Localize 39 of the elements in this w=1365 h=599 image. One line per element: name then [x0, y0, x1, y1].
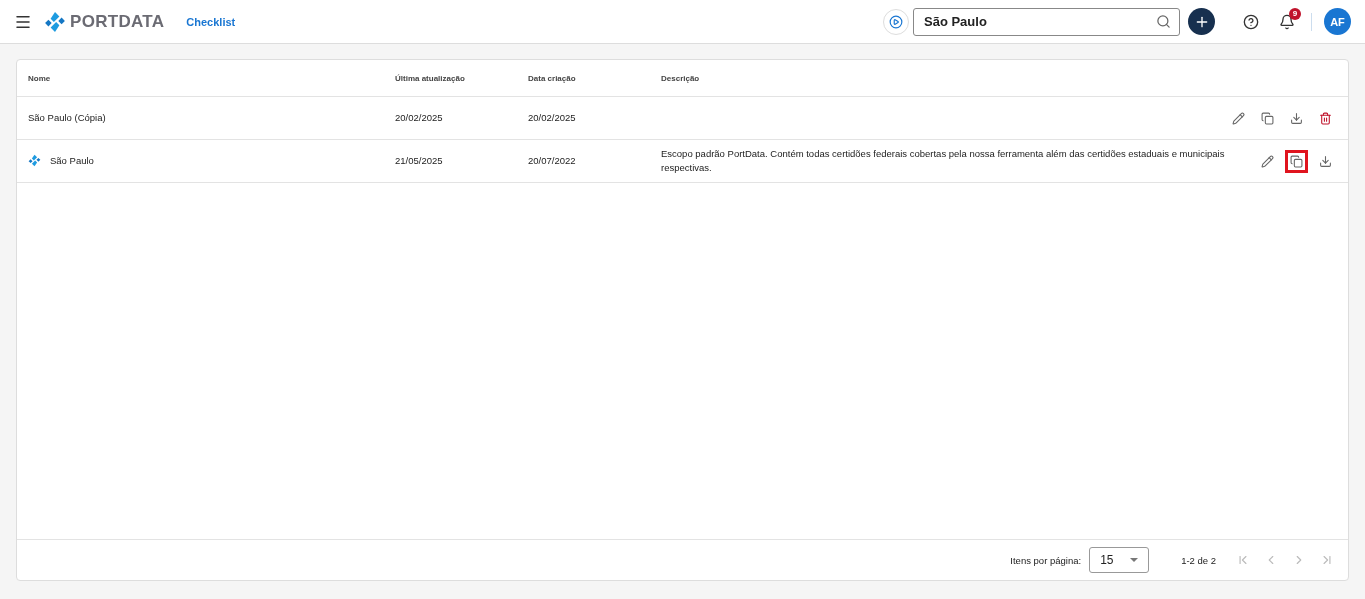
- search-field[interactable]: São Paulo: [913, 7, 1180, 36]
- add-button[interactable]: [1188, 8, 1215, 35]
- copy-button[interactable]: [1285, 149, 1308, 173]
- bell-icon: [1279, 13, 1295, 30]
- column-header[interactable]: Data criação: [528, 73, 661, 83]
- download-icon: [1290, 111, 1303, 125]
- page-size-select[interactable]: 15: [1089, 547, 1150, 573]
- date-cell-text: 20/02/2025: [395, 111, 444, 125]
- brand-name: PORTDATA: [70, 11, 165, 32]
- help-button[interactable]: [1243, 13, 1259, 30]
- copy-icon: [1290, 154, 1303, 168]
- date-cell-text: 20/07/2022: [528, 154, 577, 168]
- download-icon: [1319, 154, 1332, 168]
- page-size-label: Itens por página:: [1010, 554, 1082, 566]
- page-title[interactable]: Checklist: [186, 15, 236, 28]
- user-avatar[interactable]: AF: [1324, 8, 1351, 35]
- last-page-icon: [1320, 553, 1334, 567]
- play-icon: [889, 14, 903, 29]
- description-cell-text: Escopo padrão PortData. Contém todas certidões federais cobertas pela nossa ferramenta além das certidões estaduais e municipais respectivas.: [661, 147, 1226, 175]
- logo-icon: [28, 154, 41, 168]
- name-cell: São Paulo: [50, 154, 94, 168]
- help-icon: [1243, 13, 1259, 30]
- pencil-icon: [1261, 154, 1274, 168]
- name-cell: São Paulo (Cópia): [28, 111, 106, 125]
- column-header[interactable]: Nome: [28, 73, 395, 83]
- search-icon: [1156, 13, 1171, 29]
- column-header[interactable]: Última atualização: [395, 73, 528, 83]
- date-cell-text: 20/02/2025: [528, 111, 577, 125]
- logo-icon: [44, 10, 66, 33]
- play-button[interactable]: [883, 8, 909, 35]
- pencil-icon: [1232, 111, 1245, 125]
- date-cell-text: 21/05/2025: [395, 154, 444, 168]
- column-header[interactable]: Descrição: [661, 73, 1237, 83]
- notification-badge: 9: [1289, 7, 1301, 20]
- notifications-button[interactable]: [1279, 13, 1295, 30]
- page-range: 1-2 de 2: [1181, 554, 1216, 566]
- trash-icon: [1319, 111, 1332, 125]
- first-page-icon: [1236, 553, 1250, 567]
- copy-icon: [1261, 111, 1274, 125]
